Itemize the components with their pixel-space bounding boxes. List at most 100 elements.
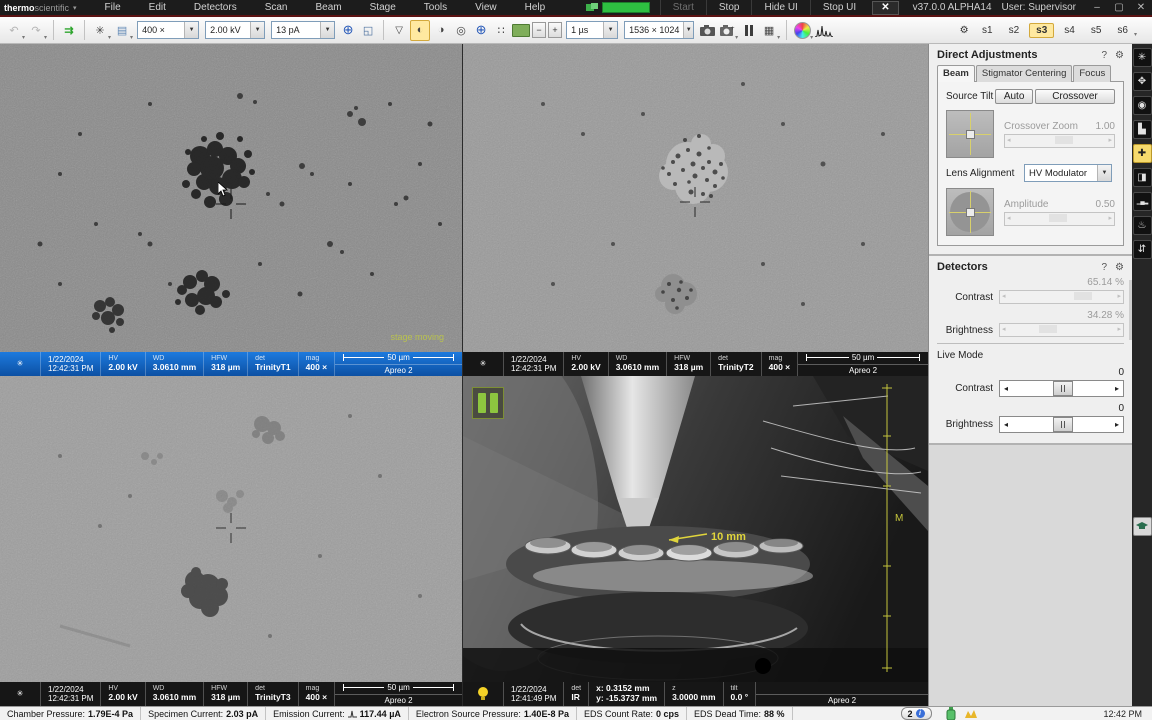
source-tilt-2d-control[interactable] (946, 110, 994, 158)
close-session-button[interactable]: ✕ (872, 1, 898, 15)
auto-stigmator-icon[interactable]: ∷ (492, 21, 510, 40)
menu-help[interactable]: Help (511, 2, 560, 13)
undo-caret-icon[interactable]: ▾ (22, 34, 25, 43)
tab-stigmator-centering[interactable]: Stigmator Centering (976, 65, 1072, 82)
slider-right-arrow[interactable]: ▸ (1111, 384, 1123, 393)
beam-control-icon[interactable]: ✳ (91, 21, 109, 40)
preset-gear-icon[interactable]: ⚙ (955, 21, 973, 40)
databar-icon[interactable] (512, 21, 530, 40)
menu-scan[interactable]: Scan (251, 2, 302, 13)
menu-file[interactable]: File (91, 2, 135, 13)
quad1-databar[interactable]: ✳ 1/22/2024 12:42:31 PM HV2.00 kV WD3.06… (0, 352, 462, 376)
detectors-panel-icon[interactable]: ◨ (1133, 168, 1152, 187)
voltage-caret-icon[interactable]: ▼ (250, 22, 264, 38)
ccd-pause-button[interactable] (472, 387, 504, 419)
menu-beam[interactable]: Beam (302, 2, 356, 13)
beam-on-icon[interactable]: ⇉ (60, 21, 78, 40)
snapshot-all-icon[interactable]: + (718, 21, 736, 40)
reduced-area-icon[interactable]: ◱ (359, 21, 377, 40)
help-icon[interactable]: ? (1101, 262, 1107, 273)
resolution-caret-icon[interactable]: ▼ (683, 22, 693, 38)
crossover-button[interactable]: Crossover (1035, 89, 1115, 104)
dwell-minus-button[interactable]: − (532, 22, 546, 38)
magnification-select[interactable]: 400 × ▼ (137, 21, 199, 39)
modulator-select[interactable]: HV Modulator ▼ (1024, 164, 1112, 182)
resolution-select[interactable]: 1536 × 1024 ▼ (624, 21, 694, 39)
voltage-select[interactable]: 2.00 kV ▼ (205, 21, 265, 39)
preset-s5[interactable]: s5 (1085, 24, 1108, 37)
lens-alignment-icon[interactable]: ⊕ (472, 21, 490, 40)
auto-focus-icon[interactable]: ◎ (452, 21, 470, 40)
pause-icon[interactable] (740, 21, 758, 40)
quad4-bulb-icon[interactable] (463, 682, 503, 706)
active-quad-button[interactable]: 2 i (901, 707, 932, 720)
observation-eye-icon[interactable]: ◉ (1133, 96, 1152, 115)
beam-center-icon[interactable]: ⊕ (339, 21, 357, 40)
live-brightness-slider[interactable]: ◂ ▸ (999, 416, 1124, 433)
quad-layout-icon[interactable]: ▦ (760, 21, 778, 40)
snapshot-icon[interactable] (698, 21, 716, 40)
thermoscientific-logo[interactable]: thermoscientific ▾ (4, 3, 77, 13)
preset-s3[interactable]: s3 (1029, 23, 1054, 38)
quad-layout-caret-icon[interactable]: ▾ (777, 34, 780, 43)
sample-navigation-icon[interactable]: ▙ (1133, 120, 1152, 139)
dwell-plus-button[interactable]: + (548, 22, 562, 38)
preset-s6[interactable]: s6 (1111, 24, 1134, 37)
undo-icon[interactable]: ↶ (5, 21, 23, 40)
histogram-icon[interactable] (815, 21, 833, 40)
beam-control-caret-icon[interactable]: ▾ (108, 34, 111, 43)
menu-view[interactable]: View (461, 2, 511, 13)
quad2-beam-icon[interactable]: ✳ (463, 352, 503, 376)
live-contrast-handle[interactable] (1053, 381, 1073, 396)
settings-gear-icon[interactable]: ⚙ (1115, 262, 1124, 273)
maximize-button[interactable]: ▢ (1108, 2, 1130, 13)
lens-alignment-2d-control[interactable] (946, 188, 994, 236)
wake-up-caret-icon[interactable]: ▾ (130, 34, 133, 43)
redo-icon[interactable]: ↷ (27, 21, 45, 40)
slider-left-arrow[interactable]: ◂ (1000, 384, 1012, 393)
help-icon[interactable]: ? (1101, 50, 1107, 61)
preset-s4[interactable]: s4 (1058, 24, 1081, 37)
quad4-ccd-image[interactable]: M 10 mm (463, 376, 928, 682)
detector-lamp-icon[interactable]: ♨ (1133, 216, 1152, 235)
auto-button[interactable]: Auto (995, 89, 1034, 104)
settings-gear-icon[interactable]: ⚙ (1115, 50, 1124, 61)
quad4-databar[interactable]: 1/22/2024 12:41:49 PM detIR x: 0.3152 mm… (463, 682, 928, 706)
quad2-sem-image[interactable] (463, 44, 928, 352)
contrast-icon[interactable]: ◑ (432, 21, 450, 40)
stage-move-icon[interactable]: ✥ (1133, 72, 1152, 91)
menu-tools[interactable]: Tools (410, 2, 461, 13)
preset-s1[interactable]: s1 (976, 24, 999, 37)
dwell-time-select[interactable]: 1 µs ▼ (566, 21, 618, 39)
magnification-caret-icon[interactable]: ▼ (184, 22, 198, 38)
snapshot-caret-icon[interactable]: ▾ (735, 34, 738, 43)
hide-ui-button[interactable]: Hide UI (751, 0, 809, 15)
slider-right-arrow[interactable]: ▸ (1111, 420, 1123, 429)
start-button[interactable]: Start (660, 0, 706, 15)
beam-current-select[interactable]: 13 pA ▼ (271, 21, 335, 39)
dwell-time-caret-icon[interactable]: ▼ (603, 22, 617, 38)
quad3-beam-icon[interactable]: ✳ (0, 682, 40, 706)
slider-left-arrow[interactable]: ◂ (1000, 420, 1012, 429)
redo-caret-icon[interactable]: ▾ (44, 34, 47, 43)
close-window-button[interactable]: ✕ (1130, 2, 1152, 13)
quad2-databar[interactable]: ✳ 1/22/2024 12:42:31 PM HV2.00 kV WD3.06… (463, 352, 928, 376)
beam-settings-icon[interactable]: ✳ (1133, 48, 1152, 67)
tutorials-icon[interactable] (1133, 517, 1152, 536)
tab-focus[interactable]: Focus (1073, 65, 1111, 82)
lens-alignment-handle[interactable] (966, 208, 975, 217)
adjustments-sliders-icon[interactable]: ⇵ (1133, 240, 1152, 259)
quad1-beam-icon[interactable]: ✳ (0, 352, 40, 376)
preset-s2[interactable]: s2 (1003, 24, 1026, 37)
live-contrast-slider[interactable]: ◂ ▸ (999, 380, 1124, 397)
source-tilt-handle[interactable] (966, 130, 975, 139)
quad1-sem-image[interactable]: stage moving (0, 44, 462, 352)
menu-edit[interactable]: Edit (135, 2, 180, 13)
beam-state-icon[interactable] (964, 708, 978, 719)
tab-beam[interactable]: Beam (937, 65, 975, 82)
minimize-button[interactable]: – (1086, 2, 1108, 13)
preset-caret-icon[interactable]: ▾ (1134, 31, 1137, 40)
histogram-panel-icon[interactable]: ▁▄▂ (1133, 192, 1152, 211)
color-mode-caret-icon[interactable]: ▾ (810, 34, 813, 43)
quad3-sem-image[interactable] (0, 376, 462, 682)
